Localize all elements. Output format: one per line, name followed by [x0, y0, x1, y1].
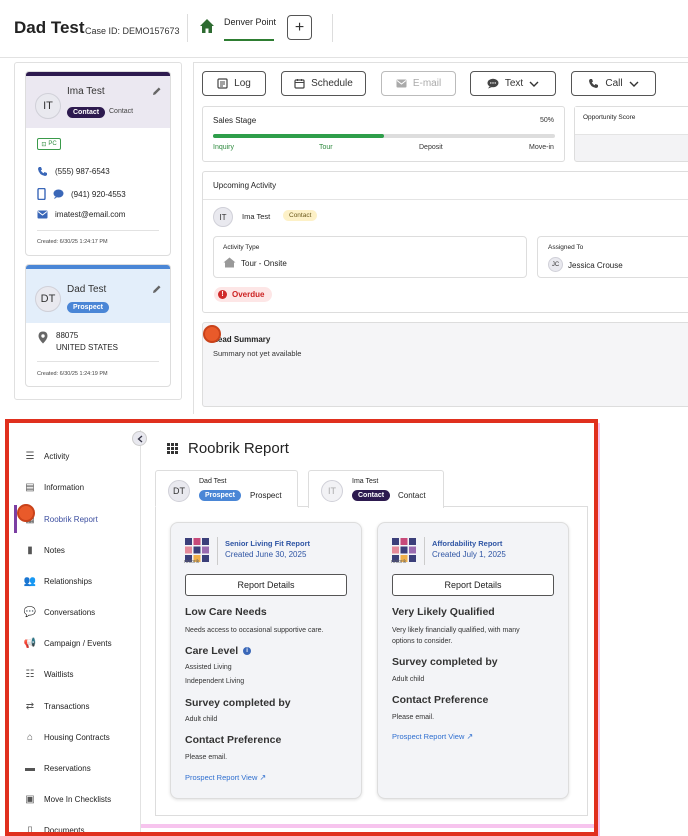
- tag-icon: ⊡: [41, 141, 47, 148]
- text-button[interactable]: Text: [470, 71, 556, 96]
- home-icon[interactable]: [199, 18, 215, 34]
- assigned-label: Assigned To: [548, 244, 584, 251]
- email-row[interactable]: imatest@email.com: [37, 210, 125, 219]
- stage-move-in: Move-in: [529, 144, 554, 151]
- created-timestamp: Created: 6/30/25 1:24:19 PM: [37, 371, 108, 377]
- stage-tour: Tour: [319, 144, 333, 151]
- contact-role: Contact: [109, 108, 134, 115]
- upcoming-title: Upcoming Activity: [213, 181, 277, 190]
- contact-badge: Contact: [283, 210, 318, 221]
- contact-name: Ima Test: [67, 86, 105, 97]
- cursor-marker: [203, 325, 221, 343]
- avatar: IT: [213, 207, 233, 227]
- sales-stage-progress: [213, 134, 555, 138]
- pink-guide: [597, 423, 688, 836]
- avatar: JC: [548, 257, 563, 272]
- divider: [187, 14, 188, 42]
- page-title: Dad Test: [14, 18, 85, 37]
- avatar: DT: [35, 286, 61, 312]
- activity-type-label: Activity Type: [223, 244, 260, 251]
- edit-icon[interactable]: [152, 284, 162, 294]
- phone-icon: [589, 79, 599, 88]
- activity-type: Tour - Onsite: [241, 259, 287, 268]
- tab-denver-point[interactable]: Denver Point: [224, 17, 276, 27]
- assigned-to-box[interactable]: Assigned To JC Jessica Crouse: [537, 236, 688, 278]
- sales-stage-title: Sales Stage: [213, 116, 257, 125]
- phone-icon: [38, 167, 47, 176]
- schedule-button[interactable]: Schedule: [281, 71, 366, 96]
- edit-icon[interactable]: [152, 86, 162, 96]
- phone-row[interactable]: (555) 987-6543: [37, 166, 110, 177]
- case-id: Case ID: DEMO157673: [85, 26, 180, 36]
- opportunity-score-title: Opportunity Score: [583, 114, 636, 121]
- stage-deposit: Deposit: [419, 144, 443, 151]
- log-icon: [217, 78, 228, 89]
- assigned-name: Jessica Crouse: [568, 261, 623, 270]
- house-icon: [223, 257, 236, 268]
- call-button[interactable]: Call: [571, 71, 656, 96]
- contact-card-dad[interactable]: DT Dad Test Prospect 88075 UNITED STATES…: [25, 264, 171, 387]
- stage-inquiry: Inquiry: [213, 144, 235, 151]
- pc-tag: ⊡ PC: [37, 138, 61, 150]
- contact-name: Dad Test: [67, 284, 107, 295]
- add-tab-button[interactable]: +: [287, 15, 312, 40]
- created-timestamp: Created: 6/30/25 1:24:17 PM: [37, 239, 108, 245]
- sales-stage-percent: 50%: [539, 117, 554, 124]
- chat-icon: [487, 78, 499, 89]
- avatar: IT: [35, 93, 61, 119]
- top-bar: Dad Test Case ID: DEMO157673 Denver Poin…: [0, 0, 688, 58]
- opportunity-score-card: Opportunity Score: [574, 106, 688, 162]
- lead-summary-title: Lead Summary: [213, 335, 271, 344]
- overdue-badge: ! Overdue: [214, 287, 272, 302]
- chevron-down-icon: [629, 81, 639, 87]
- divider: [332, 14, 333, 42]
- mobile-row[interactable]: (941) 920-4553: [37, 188, 126, 200]
- chat-icon: [53, 189, 64, 199]
- prospect-badge: Prospect: [67, 302, 109, 313]
- calendar-icon: [294, 79, 305, 89]
- email-button[interactable]: E-mail: [381, 71, 456, 96]
- mobile-icon: [37, 188, 46, 200]
- chevron-down-icon: [529, 81, 539, 87]
- contact-card-ima[interactable]: IT Ima Test Contact Contact ⊡ PC (555) 98…: [25, 71, 171, 256]
- sales-stage-progress-fill: [213, 134, 384, 138]
- highlight-frame: [5, 419, 598, 836]
- zip-code: 88075: [56, 331, 79, 340]
- country: UNITED STATES: [56, 343, 118, 352]
- mail-icon: [37, 210, 48, 219]
- tab-active-indicator: [224, 39, 274, 41]
- lead-summary-card: Lead Summary Summary not yet available: [202, 322, 688, 407]
- location-icon: [38, 331, 48, 344]
- alert-icon: !: [218, 290, 227, 299]
- lead-summary-text: Summary not yet available: [213, 349, 302, 358]
- contact-badge: Contact: [67, 107, 106, 118]
- log-button[interactable]: Log: [202, 71, 266, 96]
- activity-contact-name: Ima Test: [242, 212, 271, 221]
- mail-icon: [396, 79, 407, 88]
- activity-type-box[interactable]: Activity Type Tour - Onsite: [213, 236, 527, 278]
